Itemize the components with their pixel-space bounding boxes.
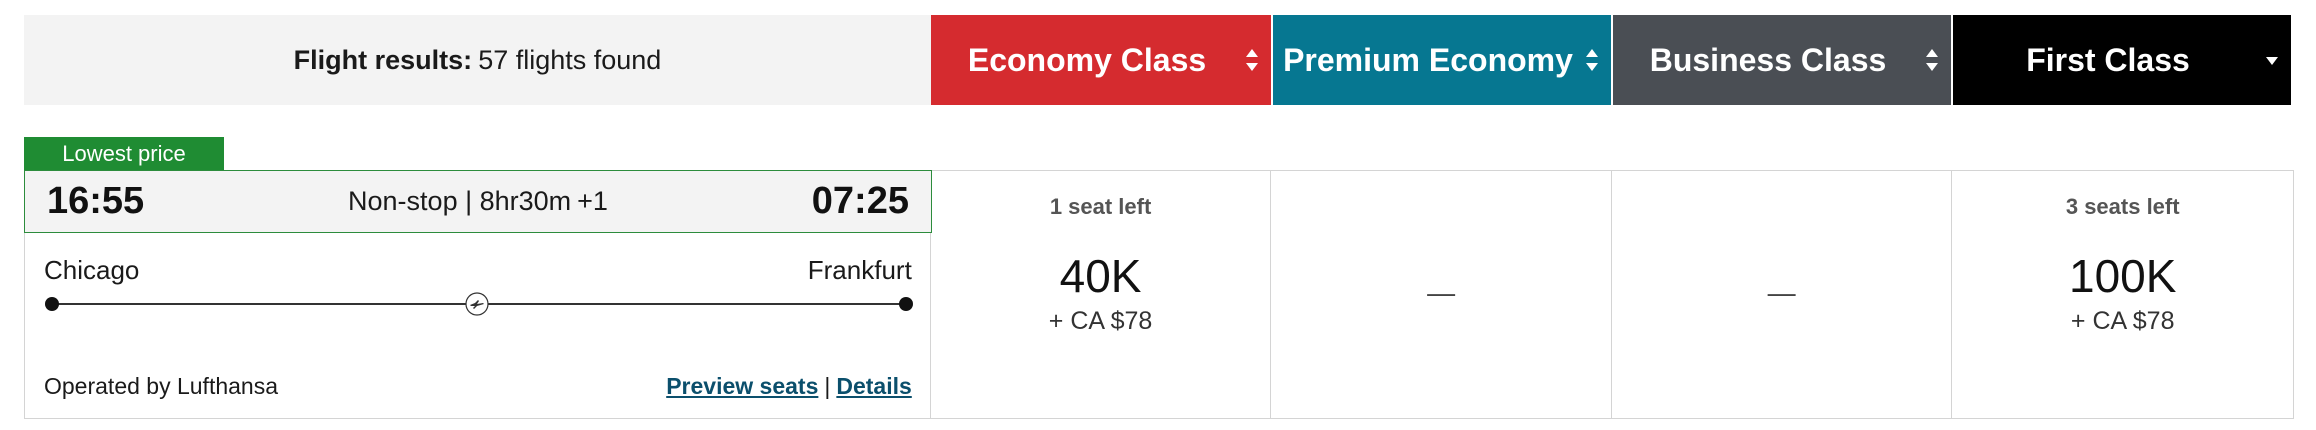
origin-city: Chicago	[44, 255, 140, 285]
tab-first-class[interactable]: First Class	[1951, 15, 2291, 105]
duration-text: Non-stop | 8hr30m	[348, 186, 572, 216]
fare-points: 40K	[1059, 250, 1142, 302]
day-offset: +1	[577, 186, 608, 216]
tab-premium-economy[interactable]: Premium Economy	[1271, 15, 1611, 105]
sort-updown-icon	[1586, 49, 1598, 71]
tab-economy-class[interactable]: Economy Class	[931, 15, 1271, 105]
fare-taxes: + CA $78	[1048, 307, 1153, 335]
fare-first[interactable]: 3 seats left 100K + CA $78	[1952, 171, 2293, 418]
preview-seats-link[interactable]: Preview seats	[666, 373, 818, 399]
results-header: Flight results: 57 flights found Economy…	[24, 15, 2294, 105]
flight-duration: Non-stop | 8hr30m +1	[348, 186, 608, 217]
flight-result-row: 16:55 Non-stop | 8hr30m +1 07:25 Chicago …	[24, 170, 2294, 419]
sort-updown-icon	[1926, 49, 1938, 71]
tab-label: Business Class	[1649, 41, 1887, 78]
results-summary: Flight results: 57 flights found	[24, 15, 931, 105]
details-link[interactable]: Details	[836, 373, 911, 399]
tab-label: Premium Economy	[1283, 41, 1573, 78]
tab-business-class[interactable]: Business Class	[1611, 15, 1951, 105]
destination-dot	[898, 297, 913, 311]
origin-dot	[45, 297, 59, 311]
flight-info: 16:55 Non-stop | 8hr30m +1 07:25 Chicago …	[24, 170, 932, 418]
lowest-price-badge: Lowest price	[24, 137, 224, 170]
tab-label: First Class	[2026, 41, 2190, 78]
departure-time: 16:55	[47, 180, 145, 222]
fare-unavailable: —	[1427, 277, 1456, 308]
flight-time-bar: 16:55 Non-stop | 8hr30m +1 07:25	[24, 170, 932, 233]
sort-down-icon	[2266, 57, 2278, 65]
fare-premium-economy: —	[1271, 171, 1612, 418]
results-label: Flight results:	[293, 44, 473, 75]
seats-left: 1 seat left	[1049, 194, 1152, 219]
fare-business: —	[1612, 171, 1953, 418]
tab-label: Economy Class	[967, 41, 1207, 78]
sort-updown-icon	[1246, 49, 1258, 71]
fare-taxes: + CA $78	[2070, 307, 2175, 335]
flight-links: Preview seats | Details	[666, 373, 912, 400]
link-separator: |	[824, 373, 831, 399]
destination-city: Frankfurt	[807, 255, 912, 285]
results-count: 57 flights found	[478, 44, 662, 75]
operated-by: Operated by Lufthansa	[44, 373, 278, 399]
seats-left: 3 seats left	[2065, 194, 2180, 219]
fare-economy[interactable]: 1 seat left 40K + CA $78	[931, 171, 1272, 418]
fare-points: 100K	[2068, 250, 2177, 302]
arrival-time: 07:25	[811, 180, 909, 222]
fare-unavailable: —	[1767, 277, 1796, 308]
lufthansa-crane-icon	[465, 292, 489, 316]
